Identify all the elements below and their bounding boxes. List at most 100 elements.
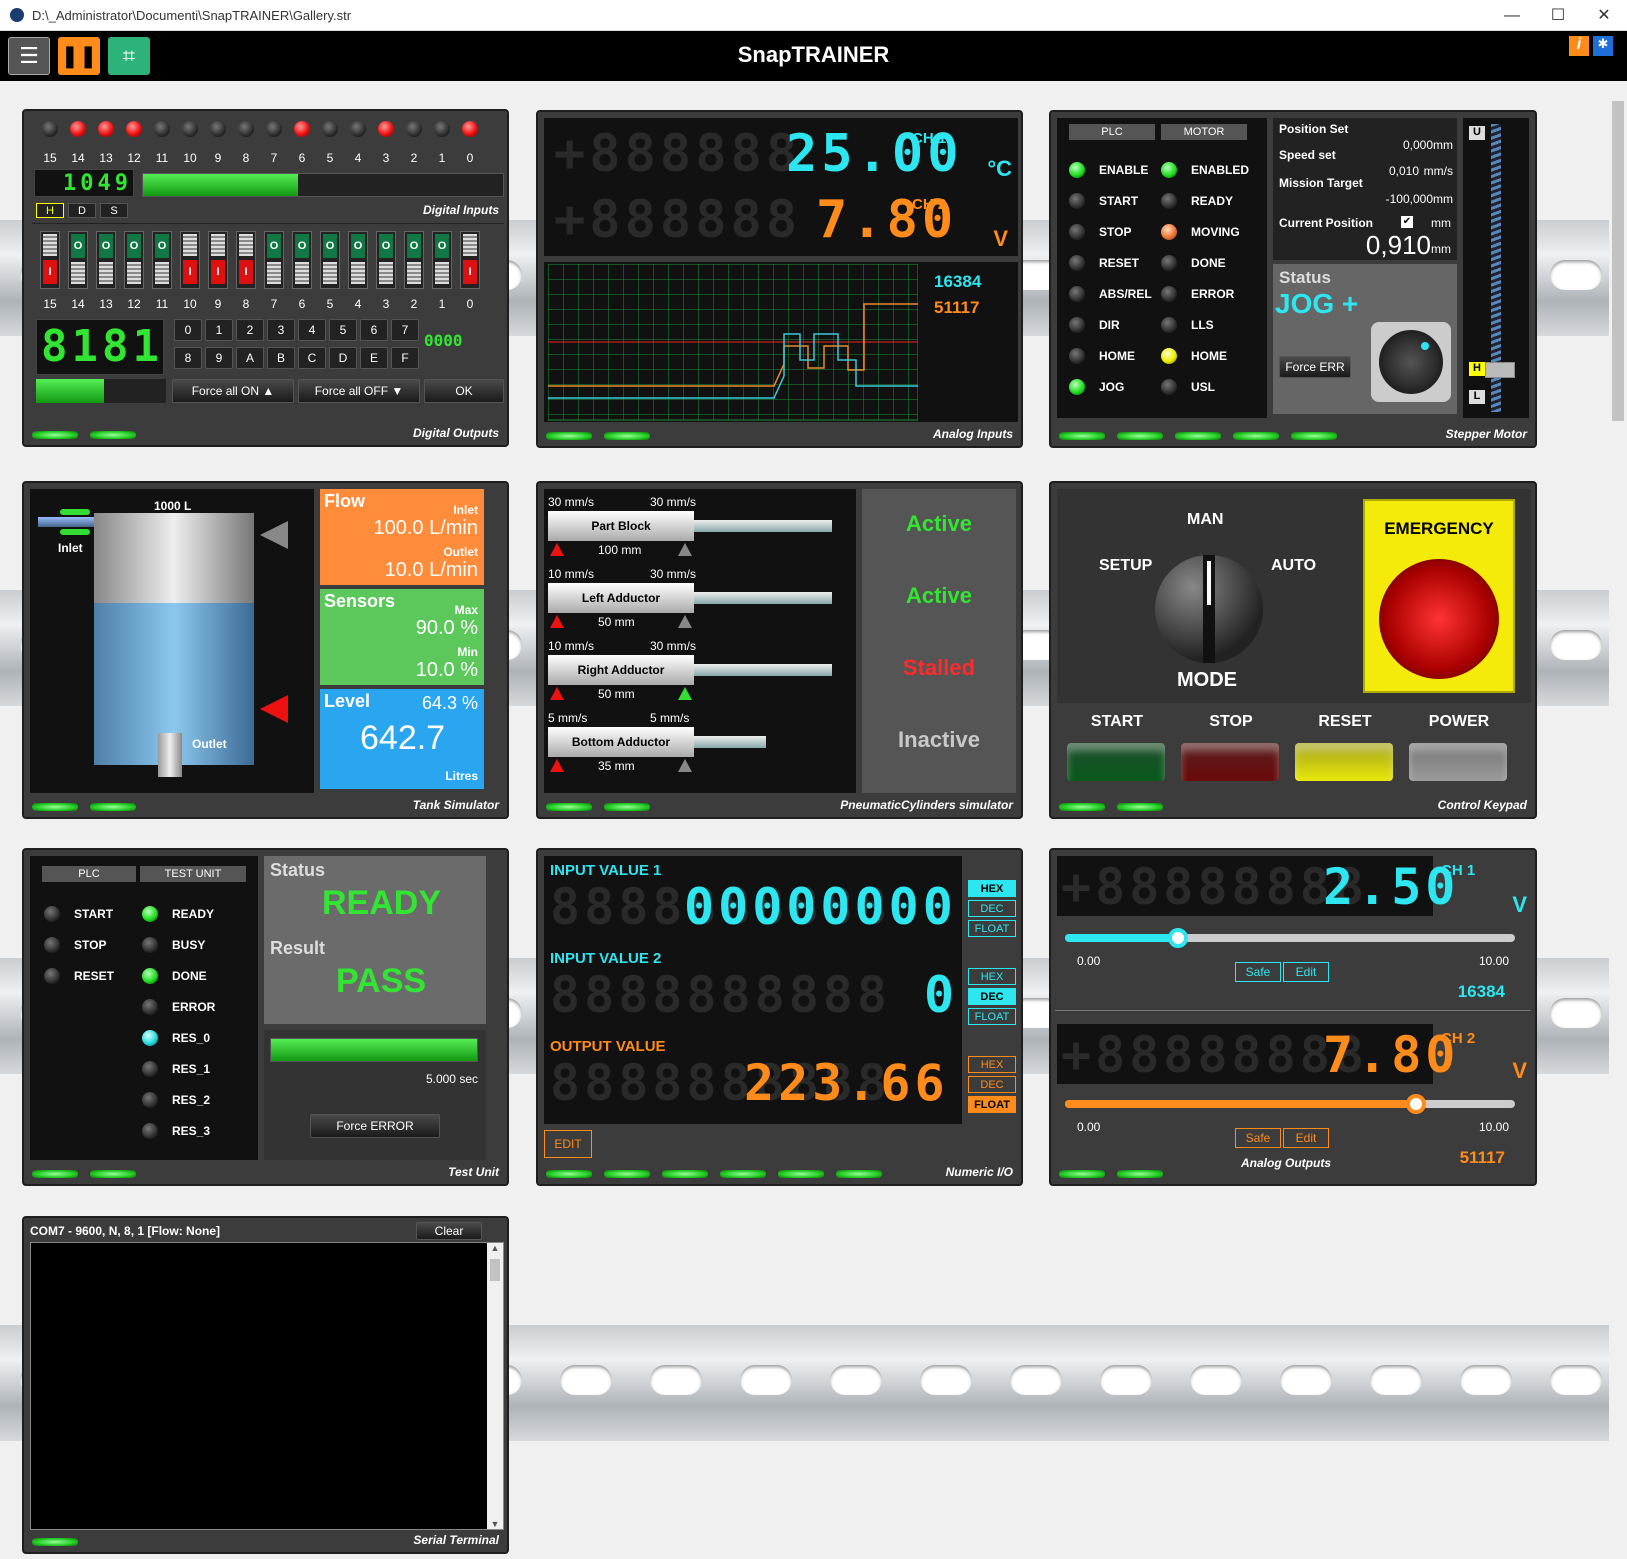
carriage[interactable] — [1485, 362, 1515, 378]
keypad-stop-button[interactable] — [1181, 743, 1279, 781]
input-led-7[interactable] — [266, 121, 282, 137]
hex-key-3[interactable]: 3 — [267, 319, 295, 341]
hex-key-9[interactable]: 9 — [205, 347, 233, 369]
info-button[interactable]: i — [1569, 36, 1589, 56]
input-led-3[interactable] — [378, 121, 394, 137]
ao-ch1-slider[interactable] — [1065, 928, 1515, 948]
ao-ch2-slider[interactable] — [1065, 1094, 1515, 1114]
output-switch-0[interactable]: I — [460, 231, 480, 289]
input-led-15[interactable] — [42, 121, 58, 137]
output-switch-4[interactable]: O — [348, 231, 368, 289]
in2-float-button[interactable]: FLOAT — [968, 1008, 1016, 1025]
emergency-button[interactable] — [1379, 559, 1499, 679]
cylinder-body[interactable]: Bottom Adductor — [548, 727, 694, 757]
mode-tab-h[interactable]: H — [36, 203, 64, 218]
hex-key-1[interactable]: 1 — [205, 319, 233, 341]
ao-ch1-slider-thumb[interactable] — [1167, 928, 1188, 948]
serial-output[interactable]: ▲ ▼ — [30, 1242, 504, 1530]
mode-selector-knob[interactable] — [1155, 555, 1263, 663]
ok-button[interactable]: OK — [424, 379, 504, 403]
output-switch-2[interactable]: O — [404, 231, 424, 289]
ao-ch2-edit-button[interactable]: Edit — [1283, 1128, 1329, 1148]
out-dec-button[interactable]: DEC — [968, 1076, 1016, 1093]
in2-hex-button[interactable]: HEX — [968, 968, 1016, 985]
output-switch-9[interactable]: I — [208, 231, 228, 289]
hex-key-5[interactable]: 5 — [329, 319, 357, 341]
output-switch-12[interactable]: O — [124, 231, 144, 289]
input-led-5[interactable] — [322, 121, 338, 137]
in1-hex-button[interactable]: HEX — [968, 880, 1016, 897]
output-switch-10[interactable]: I — [180, 231, 200, 289]
cylinder-body[interactable]: Part Block — [548, 511, 694, 541]
input-led-0[interactable] — [462, 121, 478, 137]
hex-key-4[interactable]: 4 — [298, 319, 326, 341]
hex-key-c[interactable]: C — [298, 347, 326, 369]
serial-scrollbar-thumb[interactable] — [490, 1259, 500, 1281]
output-switch-7[interactable]: O — [264, 231, 284, 289]
hex-key-7[interactable]: 7 — [391, 319, 419, 341]
clear-button[interactable]: Clear — [416, 1222, 482, 1240]
in2-dec-button[interactable]: DEC — [968, 988, 1016, 1005]
mode-tab-s[interactable]: S — [100, 203, 128, 218]
input-led-6[interactable] — [294, 121, 310, 137]
hex-key-8[interactable]: 8 — [174, 347, 202, 369]
input-led-2[interactable] — [406, 121, 422, 137]
force-all-on-button[interactable]: Force all ON ▲ — [172, 379, 294, 403]
output-switch-13[interactable]: O — [96, 231, 116, 289]
force-error-button[interactable]: Force ERROR — [310, 1114, 440, 1138]
keypad-start-button[interactable] — [1067, 743, 1165, 781]
output-switch-5[interactable]: O — [320, 231, 340, 289]
input-led-4[interactable] — [350, 121, 366, 137]
input-led-13[interactable] — [98, 121, 114, 137]
current-position-checkbox[interactable]: ✔ — [1401, 216, 1413, 228]
input-led-12[interactable] — [126, 121, 142, 137]
hex-key-2[interactable]: 2 — [236, 319, 264, 341]
input-led-10[interactable] — [182, 121, 198, 137]
scroll-up-icon[interactable]: ▲ — [487, 1243, 503, 1253]
keypad-reset-button[interactable] — [1295, 743, 1393, 781]
input-led-1[interactable] — [434, 121, 450, 137]
hex-key-0[interactable]: 0 — [174, 319, 202, 341]
settings-button[interactable]: ✱ — [1593, 36, 1613, 56]
hex-key-6[interactable]: 6 — [360, 319, 388, 341]
mode-tab-d[interactable]: D — [68, 203, 96, 218]
in1-float-button[interactable]: FLOAT — [968, 920, 1016, 937]
hex-key-b[interactable]: B — [267, 347, 295, 369]
scroll-down-icon[interactable]: ▼ — [487, 1519, 503, 1529]
out-float-button[interactable]: FLOAT — [968, 1096, 1016, 1113]
cylinder-body[interactable]: Right Adductor — [548, 655, 694, 685]
edit-button[interactable]: EDIT — [544, 1130, 592, 1158]
input-led-11[interactable] — [154, 121, 170, 137]
out-hex-button[interactable]: HEX — [968, 1056, 1016, 1073]
ao-ch2-safe-button[interactable]: Safe — [1235, 1128, 1281, 1148]
maximize-button[interactable]: ☐ — [1535, 0, 1581, 31]
force-err-button[interactable]: Force ERR — [1279, 356, 1351, 378]
hex-key-e[interactable]: E — [360, 347, 388, 369]
close-button[interactable]: ✕ — [1581, 0, 1627, 31]
hex-key-a[interactable]: A — [236, 347, 264, 369]
keypad-power-button[interactable] — [1409, 743, 1507, 781]
minimize-button[interactable]: — — [1489, 0, 1535, 31]
input-led-9[interactable] — [210, 121, 226, 137]
force-all-off-button[interactable]: Force all OFF ▼ — [298, 379, 420, 403]
serial-scrollbar[interactable]: ▲ ▼ — [487, 1243, 503, 1529]
hex-key-d[interactable]: D — [329, 347, 357, 369]
signal-row: RES_2 — [142, 1084, 215, 1115]
ao-ch1-safe-button[interactable]: Safe — [1235, 962, 1281, 982]
hex-key-f[interactable]: F — [391, 347, 419, 369]
output-switch-6[interactable]: O — [292, 231, 312, 289]
output-switch-3[interactable]: O — [376, 231, 396, 289]
ao-ch1-edit-button[interactable]: Edit — [1283, 962, 1329, 982]
ao-ch2-slider-thumb[interactable] — [1406, 1094, 1426, 1114]
page-scrollbar[interactable] — [1609, 81, 1627, 1559]
output-switch-14[interactable]: O — [68, 231, 88, 289]
output-switch-1[interactable]: O — [432, 231, 452, 289]
input-led-8[interactable] — [238, 121, 254, 137]
output-switch-8[interactable]: I — [236, 231, 256, 289]
output-switch-11[interactable]: O — [152, 231, 172, 289]
in1-dec-button[interactable]: DEC — [968, 900, 1016, 917]
cylinder-body[interactable]: Left Adductor — [548, 583, 694, 613]
output-switch-15[interactable]: I — [40, 231, 60, 289]
page-scrollbar-thumb[interactable] — [1612, 101, 1624, 421]
input-led-14[interactable] — [70, 121, 86, 137]
